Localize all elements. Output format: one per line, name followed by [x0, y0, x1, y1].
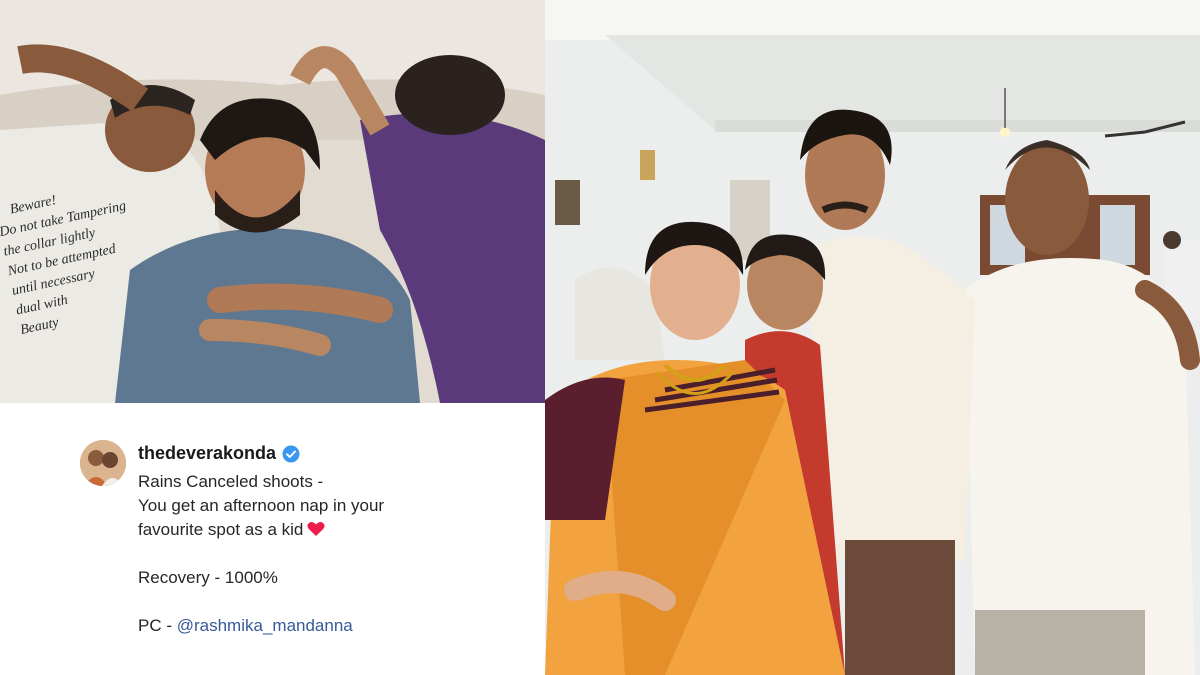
- napping-photo: Beware! Do not take Tampering the collar…: [0, 0, 545, 403]
- caption-line-text: favourite spot as a kid: [138, 520, 304, 539]
- avatar[interactable]: [80, 440, 126, 486]
- father-face: [1005, 145, 1089, 255]
- family-standing-photo: [545, 0, 1200, 675]
- caption-text: Rains Canceled shoots - You get an after…: [138, 470, 528, 638]
- mention-link[interactable]: @rashmika_mandanna: [177, 616, 353, 635]
- caption-line: PC - @rashmika_mandanna: [138, 614, 528, 638]
- caption-line: You get an afternoon nap in your: [138, 496, 385, 515]
- photo-credit-label: PC -: [138, 616, 177, 635]
- caption-line: favourite spot as a kid: [138, 518, 528, 542]
- username-link[interactable]: thedeverakonda: [138, 443, 276, 464]
- verified-badge-icon: [282, 445, 300, 463]
- caption-line: Recovery - 1000%: [138, 568, 278, 587]
- red-heart-icon: [307, 520, 325, 536]
- post-header: thedeverakonda: [138, 443, 300, 464]
- caption-line: Rains Canceled shoots -: [138, 472, 324, 491]
